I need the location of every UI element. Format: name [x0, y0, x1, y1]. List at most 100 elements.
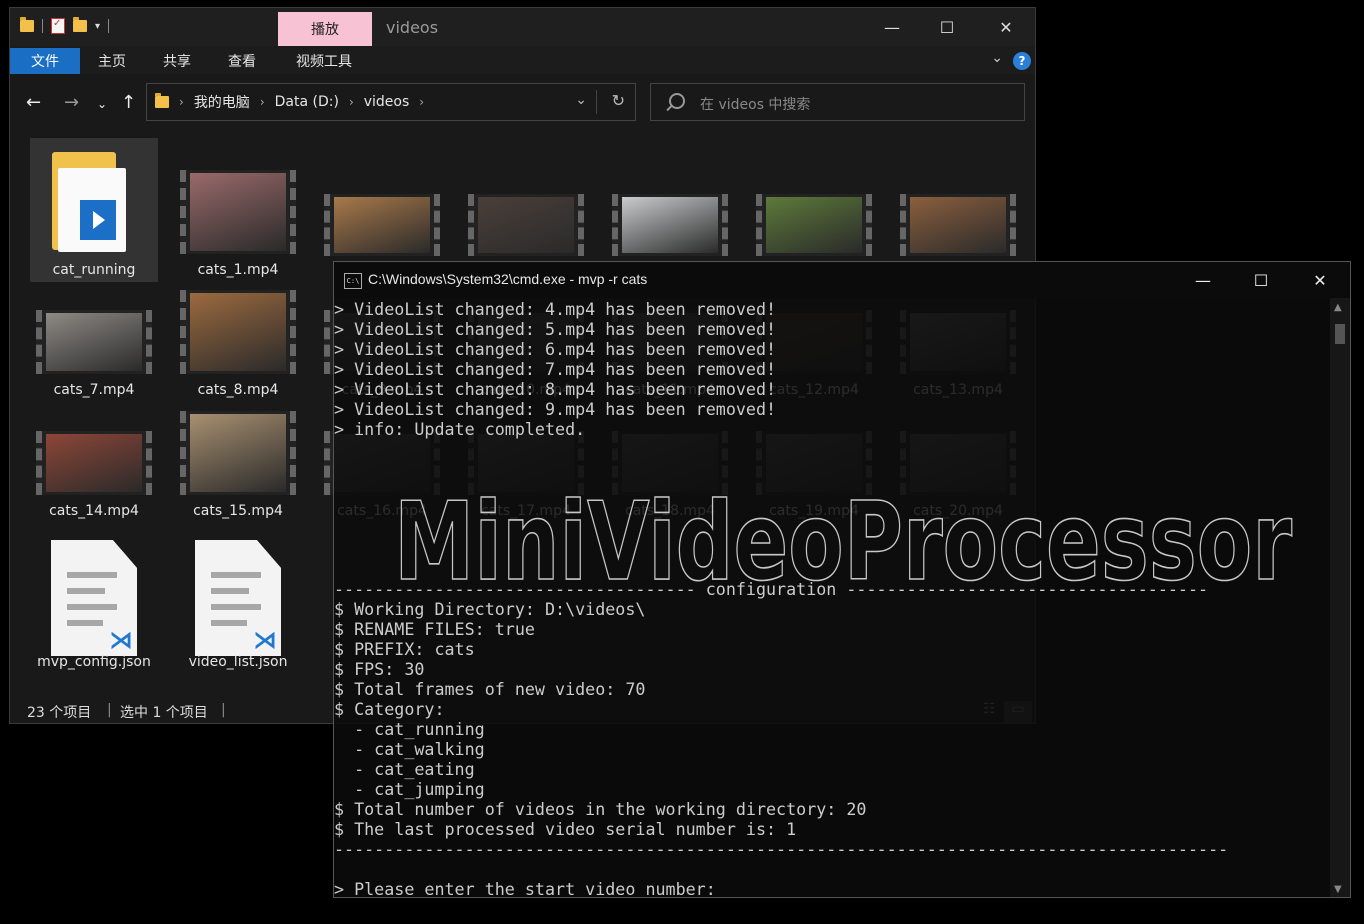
video-file-item[interactable]: cats_14.mp4 — [30, 411, 158, 527]
video-thumbnail — [756, 194, 872, 256]
cmd-icon[interactable]: C:\ — [344, 273, 362, 289]
json-file-item[interactable]: ⋊ mvp_config.json — [30, 532, 158, 692]
config-line: $ PREFIX: cats — [334, 639, 475, 659]
thumbnail-image — [190, 414, 286, 492]
video-thumbnail — [468, 194, 584, 256]
log-line: > VideoList changed: 5.mp4 has been remo… — [334, 319, 777, 339]
help-icon[interactable]: ? — [1013, 52, 1031, 70]
thumbnail-image — [46, 313, 142, 371]
input-prompt: > Please enter the start video number: — [334, 879, 726, 898]
tab-file[interactable]: 文件 — [10, 48, 80, 74]
scrollbar[interactable]: ▲ ▼ — [1330, 298, 1350, 897]
tab-home[interactable]: 主页 — [88, 48, 136, 74]
log-line: > VideoList changed: 4.mp4 has been remo… — [334, 299, 777, 319]
json-file-item[interactable]: ⋊ video_list.json — [174, 532, 302, 692]
folder-icon[interactable] — [20, 17, 34, 32]
minimize-button[interactable]: — — [1174, 262, 1232, 298]
separator: | — [221, 702, 226, 718]
file-name-label: cats_1.mp4 — [197, 262, 279, 278]
minimize-button[interactable]: — — [869, 8, 915, 46]
chevron-right-icon[interactable]: › — [419, 95, 424, 109]
tab-play[interactable]: 播放 — [278, 12, 372, 46]
video-file-item[interactable]: cats_1.mp4 — [174, 138, 302, 282]
command-prompt-window: C:\ C:\Windows\System32\cmd.exe - mvp -r… — [333, 261, 1351, 898]
scroll-up-icon[interactable]: ▲ — [1334, 302, 1342, 313]
video-file-item[interactable]: cats_15.mp4 — [174, 411, 302, 527]
breadcrumb-videos[interactable]: videos — [364, 94, 410, 110]
folder-item[interactable]: cat_running — [30, 138, 158, 282]
search-input[interactable]: 在 videos 中搜索 — [650, 83, 1025, 121]
back-arrow-icon[interactable]: ← — [26, 92, 41, 113]
thumbnail-image — [46, 434, 142, 492]
tab-view[interactable]: 查看 — [218, 48, 266, 74]
chevron-right-icon[interactable]: › — [349, 95, 354, 109]
vscode-icon: ⋊ — [109, 626, 133, 654]
config-line: $ Total number of videos in the working … — [334, 799, 867, 819]
scrollbar-thumb[interactable] — [1335, 324, 1345, 344]
file-name-label: cats_14.mp4 — [49, 503, 139, 519]
log-line: > VideoList changed: 7.mp4 has been remo… — [334, 359, 777, 379]
log-line: > VideoList changed: 9.mp4 has been remo… — [334, 399, 777, 419]
properties-icon[interactable] — [51, 18, 65, 34]
config-line: $ Working Directory: D:\videos\ — [334, 599, 646, 619]
address-bar[interactable]: › 我的电脑 › Data (D:) › videos › ⌄ ↻ — [146, 83, 636, 121]
navigation-bar: ← → ⌄ ↑ › 我的电脑 › Data (D:) › videos › ⌄ … — [10, 74, 1035, 132]
search-icon — [669, 93, 685, 109]
config-header: ------------------------------------ con… — [334, 579, 1209, 599]
tab-video-tools[interactable]: 视频工具 — [286, 48, 362, 74]
doc-line — [67, 572, 117, 578]
close-button[interactable]: ✕ — [983, 8, 1029, 46]
up-arrow-icon[interactable]: ↑ — [121, 92, 136, 113]
doc-line — [67, 604, 117, 610]
divider — [596, 90, 597, 114]
customize-toolbar-icon[interactable]: ▾ — [95, 21, 100, 32]
search-placeholder: 在 videos 中搜索 — [700, 97, 811, 113]
forward-arrow-icon[interactable]: → — [64, 92, 79, 113]
separator — [108, 19, 110, 33]
address-history-dropdown-icon[interactable]: ⌄ — [575, 92, 587, 108]
video-thumbnail — [36, 431, 152, 495]
thumbnail-image — [478, 197, 574, 253]
vscode-icon: ⋊ — [253, 626, 277, 654]
file-name-label: cat_running — [52, 262, 136, 278]
thumbnail-image — [622, 197, 718, 253]
config-line: $ The last processed video serial number… — [334, 819, 797, 839]
terminal-output[interactable]: MiniVideoProcessor > VideoList changed: … — [334, 298, 1330, 898]
title-bar: ▾ 播放 videos — ☐ ✕ — [10, 8, 1035, 46]
selected-count: 选中 1 个项目 — [120, 705, 208, 721]
maximize-button[interactable]: ☐ — [924, 8, 970, 46]
breadcrumb-drive[interactable]: Data (D:) — [275, 94, 339, 110]
chevron-right-icon[interactable]: › — [260, 95, 265, 109]
tab-share[interactable]: 共享 — [153, 48, 201, 74]
thumbnail-image — [190, 293, 286, 371]
refresh-icon[interactable]: ↻ — [612, 91, 625, 110]
doc-line — [211, 604, 261, 610]
video-file-item[interactable]: cats_7.mp4 — [30, 290, 158, 406]
file-name-label: mvp_config.json — [37, 654, 151, 670]
folder-icon — [155, 93, 169, 108]
video-thumbnail — [36, 310, 152, 374]
video-thumbnail — [900, 194, 1016, 256]
footer-rule: ----------------------------------------… — [334, 839, 1229, 859]
config-line: - cat_running — [334, 719, 485, 739]
scroll-down-icon[interactable]: ▼ — [1334, 884, 1342, 895]
video-file-item[interactable]: cats_8.mp4 — [174, 290, 302, 406]
breadcrumb-this-pc[interactable]: 我的电脑 — [194, 92, 250, 112]
doc-line — [211, 572, 261, 578]
ribbon-tabs: 文件 主页 共享 查看 视频工具 ⌄ ? — [10, 46, 1035, 74]
recent-locations-icon[interactable]: ⌄ — [97, 97, 107, 111]
chevron-right-icon[interactable]: › — [179, 95, 184, 109]
log-line: > VideoList changed: 8.mp4 has been remo… — [334, 379, 777, 399]
play-icon — [80, 200, 116, 240]
close-button[interactable]: ✕ — [1291, 262, 1349, 298]
breadcrumb: › 我的电脑 › Data (D:) › videos › — [155, 84, 424, 120]
cmd-title-bar: C:\ C:\Windows\System32\cmd.exe - mvp -r… — [334, 262, 1350, 298]
video-thumbnail — [180, 170, 296, 254]
doc-line — [67, 620, 103, 626]
ascii-banner: MiniVideoProcessor — [334, 474, 1293, 606]
new-folder-icon[interactable] — [73, 17, 87, 32]
thumbnail-image — [190, 173, 286, 251]
maximize-button[interactable]: ☐ — [1232, 262, 1290, 298]
config-line: - cat_walking — [334, 739, 485, 759]
expand-ribbon-icon[interactable]: ⌄ — [991, 50, 1003, 66]
